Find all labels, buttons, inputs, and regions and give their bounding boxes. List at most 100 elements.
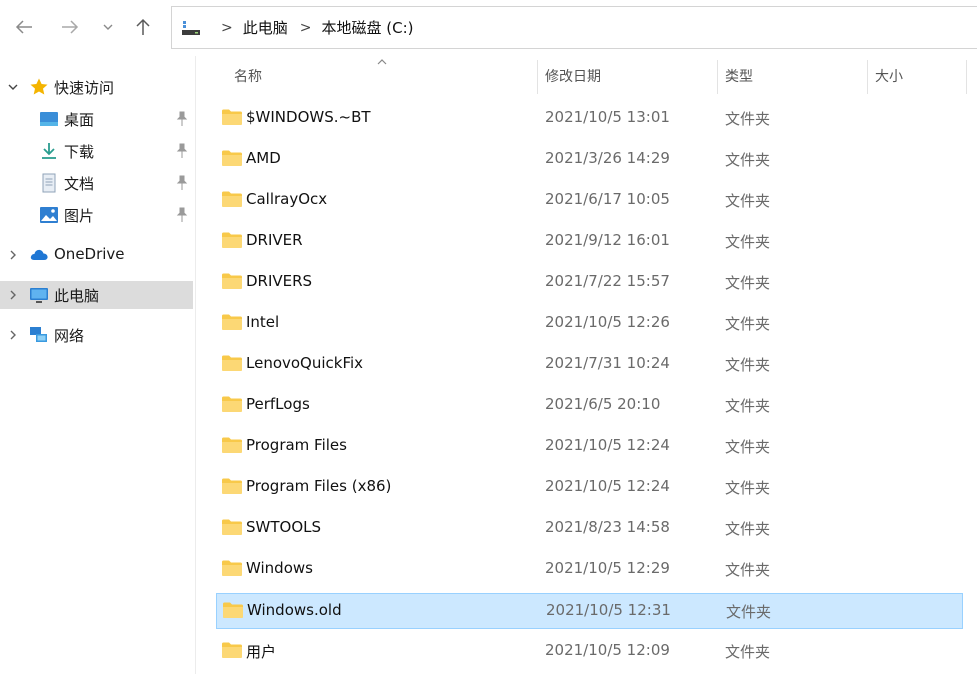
pin-icon	[176, 143, 188, 158]
pin-icon	[176, 111, 188, 126]
file-type: 文件夹	[725, 561, 771, 579]
sidebar-item-pictures[interactable]: 图片	[0, 201, 193, 229]
recent-locations-button[interactable]	[93, 12, 123, 42]
file-row[interactable]: AMD 2021/3/26 14:29 文件夹	[216, 142, 963, 178]
folder-icon	[222, 191, 242, 207]
column-header-size[interactable]: 大小	[875, 56, 903, 96]
chevron-down-icon[interactable]	[6, 80, 20, 94]
file-modified-date: 2021/10/5 12:24	[545, 436, 670, 454]
file-row[interactable]: 用户 2021/10/5 12:09 文件夹	[216, 634, 963, 670]
breadcrumb-separator: >	[299, 19, 312, 36]
forward-button[interactable]	[55, 12, 85, 42]
chevron-down-icon	[103, 24, 113, 30]
sidebar-item-network[interactable]: 网络	[0, 321, 193, 349]
column-divider[interactable]	[966, 60, 967, 94]
file-type: 文件夹	[725, 110, 771, 128]
pin-icon	[176, 175, 188, 190]
folder-icon	[222, 437, 242, 453]
sidebar-item-label: 文档	[64, 175, 95, 193]
sidebar-item-desktop[interactable]: 桌面	[0, 105, 193, 133]
chevron-right-icon[interactable]	[6, 288, 20, 302]
file-type: 文件夹	[725, 315, 771, 333]
folder-icon	[222, 232, 242, 248]
sidebar-item-label: 桌面	[64, 111, 95, 129]
file-modified-date: 2021/7/31 10:24	[545, 354, 670, 372]
sidebar-item-label: 图片	[64, 207, 95, 225]
chevron-right-icon[interactable]	[6, 328, 20, 342]
file-type: 文件夹	[725, 151, 771, 169]
navigation-bar: > 此电脑 > 本地磁盘 (C:)	[0, 0, 977, 56]
file-modified-date: 2021/10/5 13:01	[545, 108, 670, 126]
column-header-name[interactable]: 名称	[234, 56, 262, 96]
folder-icon	[222, 355, 242, 371]
folder-icon	[222, 560, 242, 576]
pictures-icon	[40, 207, 58, 223]
sidebar-item-label: 此电脑	[54, 287, 100, 305]
navigation-pane: 快速访问 桌面 下载 文档 图片 OneDrive 此电脑 网络	[0, 56, 196, 674]
file-row[interactable]: $WINDOWS.~BT 2021/10/5 13:01 文件夹	[216, 101, 963, 137]
file-row[interactable]: PerfLogs 2021/6/5 20:10 文件夹	[216, 388, 963, 424]
file-type: 文件夹	[725, 356, 771, 374]
column-header-date[interactable]: 修改日期	[545, 56, 601, 96]
file-row[interactable]: DRIVER 2021/9/12 16:01 文件夹	[216, 224, 963, 260]
column-divider[interactable]	[717, 60, 718, 94]
sidebar-item-label: 下载	[64, 143, 95, 161]
arrow-up-icon	[136, 18, 150, 35]
file-name: DRIVER	[246, 231, 303, 249]
file-modified-date: 2021/3/26 14:29	[545, 149, 670, 167]
sidebar-item-onedrive[interactable]: OneDrive	[0, 241, 193, 269]
sidebar-item-quick-access[interactable]: 快速访问	[0, 73, 193, 101]
folder-icon	[222, 150, 242, 166]
folder-icon	[223, 602, 243, 618]
sidebar-item-this-pc[interactable]: 此电脑	[0, 281, 193, 309]
sidebar-item-label: 网络	[54, 327, 85, 345]
star-icon	[30, 78, 48, 95]
folder-icon	[222, 519, 242, 535]
breadcrumb-separator: >	[221, 19, 233, 36]
file-type: 文件夹	[725, 479, 771, 497]
up-button[interactable]	[128, 12, 158, 42]
file-type: 文件夹	[725, 192, 771, 210]
file-row[interactable]: CallrayOcx 2021/6/17 10:05 文件夹	[216, 183, 963, 219]
file-type: 文件夹	[725, 520, 771, 538]
file-type: 文件夹	[725, 643, 771, 661]
file-row[interactable]: LenovoQuickFix 2021/7/31 10:24 文件夹	[216, 347, 963, 383]
file-name: DRIVERS	[246, 272, 313, 290]
sidebar-item-downloads[interactable]: 下载	[0, 137, 193, 165]
sort-ascending-icon	[377, 59, 387, 65]
file-name: CallrayOcx	[246, 190, 328, 208]
sidebar-item-label: 快速访问	[54, 79, 115, 97]
file-name: LenovoQuickFix	[246, 354, 364, 372]
column-divider[interactable]	[867, 60, 868, 94]
file-row[interactable]: DRIVERS 2021/7/22 15:57 文件夹	[216, 265, 963, 301]
file-name: Intel	[246, 313, 280, 331]
file-row[interactable]: Intel 2021/10/5 12:26 文件夹	[216, 306, 963, 342]
file-row[interactable]: SWTOOLS 2021/8/23 14:58 文件夹	[216, 511, 963, 547]
file-row[interactable]: Program Files 2021/10/5 12:24 文件夹	[216, 429, 963, 465]
folder-icon	[222, 314, 242, 330]
sidebar-item-label: OneDrive	[54, 245, 125, 263]
back-button[interactable]	[9, 12, 39, 42]
file-row[interactable]: Windows 2021/10/5 12:29 文件夹	[216, 552, 963, 588]
file-name: PerfLogs	[246, 395, 310, 413]
sidebar-item-documents[interactable]: 文档	[0, 169, 193, 197]
file-modified-date: 2021/6/17 10:05	[545, 190, 670, 208]
desktop-icon	[40, 112, 58, 126]
chevron-right-icon[interactable]	[6, 248, 20, 262]
file-name: Program Files (x86)	[246, 477, 392, 495]
arrow-left-icon	[15, 20, 32, 34]
file-type: 文件夹	[726, 603, 772, 621]
column-header-type[interactable]: 类型	[725, 56, 753, 96]
breadcrumb-this-pc[interactable]: 此电脑	[243, 17, 288, 38]
address-bar[interactable]: > 此电脑 > 本地磁盘 (C:)	[171, 6, 977, 49]
file-row[interactable]: Windows.old 2021/10/5 12:31 文件夹	[216, 593, 963, 629]
pin-icon	[176, 207, 188, 222]
computer-small-icon	[182, 20, 200, 35]
file-modified-date: 2021/10/5 12:26	[545, 313, 670, 331]
file-name: Windows.old	[247, 601, 342, 619]
column-divider[interactable]	[537, 60, 538, 94]
folder-icon	[222, 109, 242, 125]
breadcrumb-local-disk[interactable]: 本地磁盘 (C:)	[321, 17, 413, 38]
file-row[interactable]: Program Files (x86) 2021/10/5 12:24 文件夹	[216, 470, 963, 506]
file-name: AMD	[246, 149, 281, 167]
